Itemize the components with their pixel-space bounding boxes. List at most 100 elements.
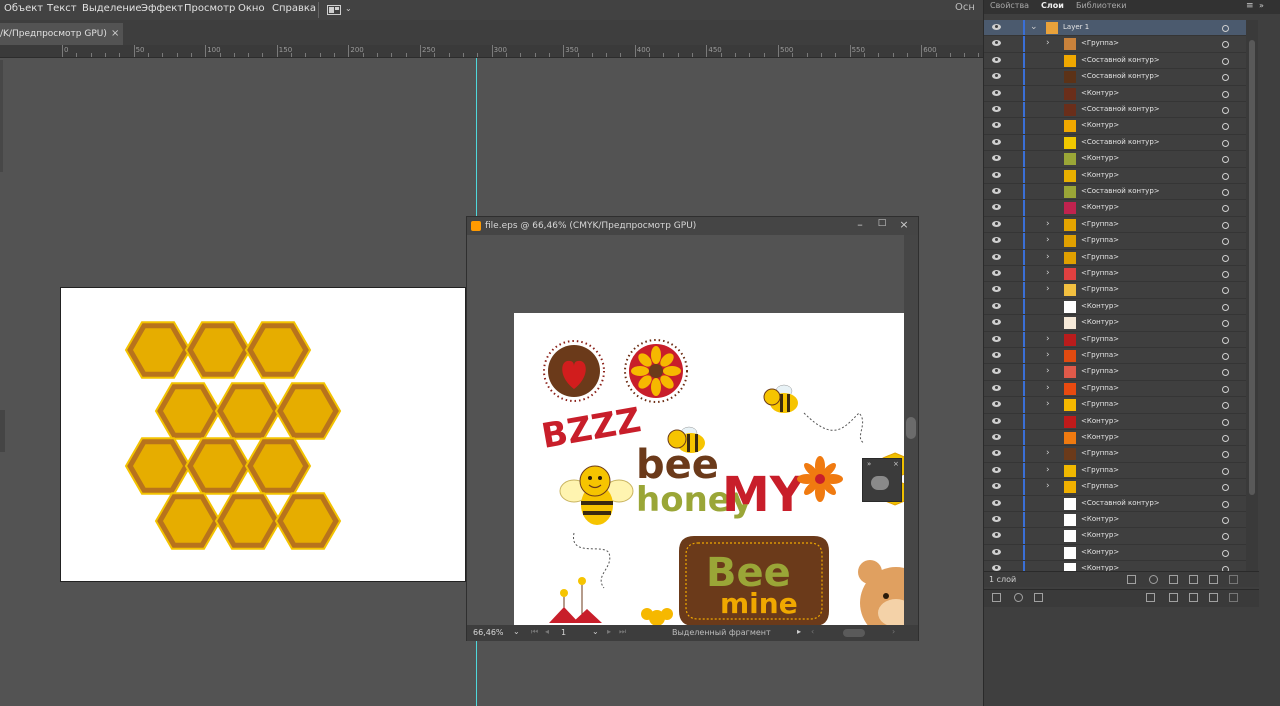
layer-row[interactable]: <Составной контур> — [984, 102, 1246, 119]
new-layer-icon[interactable] — [1209, 575, 1218, 584]
target-circle-icon[interactable] — [1222, 189, 1229, 196]
layer-name[interactable]: <Составной контур> — [1081, 138, 1160, 146]
maximize-button[interactable]: □ — [872, 218, 892, 234]
chevron-right-icon[interactable]: › — [1046, 235, 1050, 245]
target-circle-icon[interactable] — [1222, 484, 1229, 492]
visibility-eye-icon[interactable] — [992, 548, 1001, 555]
target-circle-icon[interactable] — [1222, 435, 1229, 442]
close-icon[interactable]: × — [893, 460, 899, 468]
export-icon[interactable] — [1127, 575, 1136, 584]
target-circle-icon[interactable] — [1222, 303, 1229, 311]
document-tab[interactable]: /K/Предпросмотр GPU) × — [0, 23, 123, 45]
layer-row[interactable]: <Составной контур> — [984, 184, 1246, 201]
layer-name[interactable]: <Контур> — [1081, 548, 1119, 556]
chevron-right-icon[interactable]: › — [1046, 448, 1050, 458]
layer-row[interactable]: <Составной контур> — [984, 52, 1246, 70]
layer-row[interactable]: <Контур> — [984, 561, 1246, 571]
layer-name[interactable]: <Контур> — [1081, 515, 1119, 523]
menu-select[interactable]: Выделение — [82, 3, 142, 14]
target-circle-icon[interactable] — [1222, 402, 1229, 410]
target-circle-icon[interactable] — [1222, 25, 1229, 32]
target-circle-icon[interactable] — [1222, 107, 1229, 114]
layer-name[interactable]: <Группа> — [1081, 269, 1119, 277]
chevron-down-icon[interactable]: ⌄ — [345, 4, 352, 13]
libraries-icon[interactable] — [992, 593, 1001, 602]
layer-name[interactable]: <Группа> — [1081, 466, 1119, 474]
chevron-right-icon[interactable]: › — [1046, 481, 1050, 491]
tool-icon[interactable] — [871, 476, 889, 490]
layer-row[interactable]: <Составной контур> — [984, 495, 1246, 512]
layer-name[interactable]: <Группа> — [1081, 367, 1119, 375]
layer-name[interactable]: <Контур> — [1081, 154, 1119, 162]
target-circle-icon[interactable] — [1222, 533, 1229, 541]
layer-row[interactable]: › <Группа> — [984, 380, 1246, 398]
chevron-right-icon[interactable]: › — [1046, 252, 1050, 262]
target-circle-icon[interactable] — [1222, 139, 1229, 147]
target-circle-icon[interactable] — [1222, 41, 1229, 49]
target-circle-icon[interactable] — [1222, 57, 1229, 65]
target-circle-icon[interactable] — [1222, 369, 1229, 377]
visibility-eye-icon[interactable] — [992, 466, 1001, 473]
panel-scrollbar-thumb[interactable] — [1249, 40, 1255, 495]
target-circle-icon[interactable] — [1222, 205, 1229, 213]
target-circle-icon[interactable] — [1222, 172, 1229, 180]
layer-row[interactable]: <Контур> — [984, 528, 1246, 545]
chevron-right-icon[interactable]: › — [1046, 383, 1050, 393]
visibility-eye-icon[interactable] — [992, 24, 1001, 30]
layer-row[interactable]: <Контур> — [984, 118, 1246, 135]
layer-name[interactable]: <Группа> — [1081, 285, 1119, 293]
target-circle-icon[interactable] — [1222, 123, 1229, 131]
visibility-eye-icon[interactable] — [992, 220, 1001, 227]
layer-name[interactable]: <Контур> — [1081, 318, 1119, 326]
layer-row[interactable]: › <Группа> — [984, 233, 1246, 250]
target-circle-icon[interactable] — [1222, 221, 1229, 229]
collapse-icon[interactable]: » — [867, 460, 871, 468]
layout-icon[interactable] — [1034, 593, 1043, 602]
visibility-eye-icon[interactable] — [992, 138, 1001, 145]
previous-page-icon[interactable]: ◂ — [545, 627, 549, 636]
target-circle-icon[interactable] — [1222, 451, 1229, 459]
layer-row[interactable]: › <Группа> — [984, 397, 1246, 414]
target-circle-icon[interactable] — [1222, 74, 1229, 82]
duplicate-icon[interactable] — [1169, 593, 1178, 602]
layer-name[interactable]: <Группа> — [1081, 351, 1119, 359]
visibility-eye-icon[interactable] — [992, 106, 1001, 112]
layer-name[interactable]: <Группа> — [1081, 220, 1119, 228]
layer-name[interactable]: <Группа> — [1081, 335, 1119, 343]
menu-object[interactable]: Объект — [4, 3, 43, 14]
page-chevron-down-icon[interactable]: ⌄ — [592, 627, 599, 636]
visibility-eye-icon[interactable] — [992, 171, 1001, 178]
horizontal-ruler[interactable]: 050100150200250300350400450500550600650 — [0, 45, 1052, 58]
chevron-right-icon[interactable]: › — [1046, 38, 1050, 48]
layer-name[interactable]: Layer 1 — [1063, 23, 1089, 31]
layer-name[interactable]: <Составной контур> — [1081, 187, 1160, 195]
visibility-eye-icon[interactable] — [992, 40, 1001, 47]
target-circle-icon[interactable] — [1222, 254, 1229, 262]
status-arrow-icon[interactable]: ▸ — [797, 627, 801, 636]
visibility-eye-icon[interactable] — [992, 384, 1001, 391]
visibility-eye-icon[interactable] — [992, 368, 1001, 375]
target-circle-icon[interactable] — [1222, 271, 1229, 278]
chevron-down-icon[interactable]: ⌄ — [1030, 22, 1038, 32]
target-circle-icon[interactable] — [1222, 287, 1229, 295]
layer-name[interactable]: <Группа> — [1081, 482, 1119, 490]
close-icon[interactable]: × — [111, 28, 119, 39]
first-page-icon[interactable]: ⏮ — [531, 627, 538, 637]
layer-row[interactable]: <Контур> — [984, 298, 1246, 316]
visibility-eye-icon[interactable] — [992, 89, 1001, 96]
layer-row[interactable]: › <Группа> — [984, 216, 1246, 234]
layer-name[interactable]: <Группа> — [1081, 449, 1119, 457]
layer-name[interactable]: <Группа> — [1081, 253, 1119, 261]
chevron-right-icon[interactable]: › — [1046, 334, 1050, 344]
menu-help[interactable]: Справка — [272, 3, 316, 14]
visibility-eye-icon[interactable] — [992, 450, 1001, 457]
target-circle-icon[interactable] — [1222, 517, 1229, 524]
layer-row[interactable]: › <Группа> — [984, 462, 1246, 480]
visibility-eye-icon[interactable] — [992, 401, 1001, 408]
visibility-eye-icon[interactable] — [992, 417, 1001, 424]
minimize-button[interactable]: – — [850, 218, 870, 234]
visibility-eye-icon[interactable] — [992, 499, 1001, 506]
layer-row[interactable]: <Составной контур> — [984, 69, 1246, 86]
layer-row[interactable]: › <Группа> — [984, 446, 1246, 463]
layer-name[interactable]: <Контур> — [1081, 121, 1119, 129]
